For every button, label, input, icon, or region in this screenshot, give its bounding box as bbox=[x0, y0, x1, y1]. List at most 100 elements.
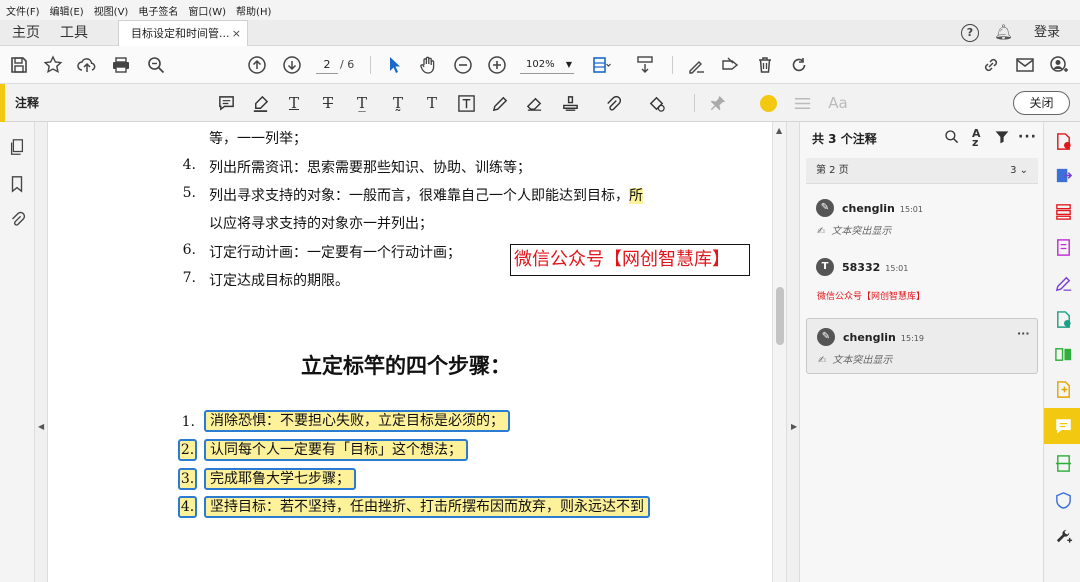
comment-icon[interactable] bbox=[216, 93, 236, 113]
attachment-icon[interactable] bbox=[7, 209, 27, 229]
comment-author[interactable]: 58332 15:01 bbox=[842, 261, 908, 274]
line-weight-icon[interactable] bbox=[792, 93, 812, 113]
tab-home[interactable]: 主页 bbox=[12, 20, 40, 46]
filter-icon[interactable] bbox=[994, 129, 1010, 149]
text-box-icon[interactable] bbox=[456, 93, 476, 113]
highlighted-step[interactable]: 坚持目标：若不坚持，任由挫折、打击所摆布因而放弃，则永远达不到 bbox=[204, 496, 650, 518]
page-up-icon[interactable] bbox=[246, 54, 268, 76]
share-user-icon[interactable] bbox=[1048, 54, 1070, 76]
menu-bar: 文件(F) 编辑(E) 视图(V) 电子签名 窗口(W) 帮助(H) bbox=[0, 0, 1080, 20]
edit-pdf-icon[interactable] bbox=[1053, 237, 1073, 257]
zoom-select[interactable]: 102% ▼ bbox=[520, 56, 574, 74]
comment-author[interactable]: chenglin 15:19 bbox=[843, 331, 924, 344]
avatar: ✎ bbox=[816, 199, 834, 217]
comment-author[interactable]: chenglin 15:01 bbox=[842, 202, 923, 215]
print-icon[interactable] bbox=[110, 54, 132, 76]
highlight-icon[interactable] bbox=[250, 93, 270, 113]
doc-line-number: 6. bbox=[182, 242, 196, 258]
right-tools-rail bbox=[1044, 122, 1080, 582]
select-cursor-icon[interactable] bbox=[383, 54, 405, 76]
edit-icon[interactable] bbox=[719, 54, 741, 76]
scrollbar-thumb[interactable] bbox=[776, 287, 784, 345]
help-icon[interactable]: ? bbox=[961, 24, 979, 42]
text-box-annotation[interactable]: 微信公众号【网创智慧库】 bbox=[510, 244, 750, 276]
more-tools-icon[interactable] bbox=[1053, 526, 1073, 546]
search-zoom-icon[interactable] bbox=[145, 54, 167, 76]
compare-files-icon[interactable] bbox=[1053, 344, 1073, 364]
shapes-icon[interactable] bbox=[646, 93, 666, 113]
sign-icon[interactable] bbox=[685, 54, 707, 76]
scan-ocr-icon[interactable] bbox=[1053, 453, 1073, 473]
highlighted-step-number[interactable]: 4. bbox=[178, 496, 197, 518]
eraser-icon[interactable] bbox=[524, 93, 544, 113]
highlighted-step-number[interactable]: 3. bbox=[178, 468, 197, 490]
hand-icon[interactable] bbox=[417, 54, 439, 76]
pencil-icon[interactable] bbox=[490, 93, 510, 113]
close-tab-icon[interactable]: × bbox=[232, 21, 241, 47]
fill-sign-icon[interactable] bbox=[1053, 273, 1073, 293]
save-icon[interactable] bbox=[8, 54, 30, 76]
comment-item-selected[interactable]: ✎ chenglin 15:19 ··· ✍ 文本突出显示 bbox=[806, 318, 1038, 374]
fit-page-icon[interactable] bbox=[590, 54, 612, 76]
mail-icon[interactable] bbox=[1014, 54, 1036, 76]
create-pdf-icon[interactable] bbox=[1053, 131, 1073, 151]
avatar: T bbox=[816, 258, 834, 276]
left-panel-collapse-handle[interactable]: ◀ bbox=[35, 122, 48, 582]
menu-window[interactable]: 窗口(W) bbox=[188, 3, 226, 18]
color-circle-icon[interactable] bbox=[758, 93, 778, 113]
bookmark-icon[interactable] bbox=[7, 174, 27, 194]
replace-text-icon[interactable]: T̲ bbox=[352, 93, 372, 113]
menu-view[interactable]: 视图(V) bbox=[94, 3, 129, 18]
text-style-icon[interactable]: Aa bbox=[828, 93, 848, 113]
export-pdf-icon[interactable] bbox=[1053, 165, 1073, 185]
menu-help[interactable]: 帮助(H) bbox=[236, 3, 271, 18]
menu-esign[interactable]: 电子签名 bbox=[138, 3, 178, 18]
scroll-mode-icon[interactable] bbox=[634, 54, 656, 76]
link-icon[interactable] bbox=[980, 54, 1002, 76]
highlighted-step[interactable]: 认同每个人一定要有「目标」这个想法； bbox=[204, 439, 468, 461]
highlighted-step-number[interactable]: 2. bbox=[178, 439, 197, 461]
menu-file[interactable]: 文件(F) bbox=[6, 3, 40, 18]
highlighted-text[interactable]: 所 bbox=[629, 188, 643, 204]
page-down-icon[interactable] bbox=[281, 54, 303, 76]
highlight-pen-icon: ✍ bbox=[817, 226, 826, 237]
protect-icon[interactable] bbox=[1053, 490, 1073, 510]
tab-tools[interactable]: 工具 bbox=[60, 20, 88, 46]
insert-text-icon[interactable]: T̰ bbox=[388, 93, 408, 113]
zoom-in-icon[interactable] bbox=[486, 54, 508, 76]
pages-thumbnail-icon[interactable] bbox=[7, 137, 27, 157]
strikethrough-icon[interactable]: T bbox=[318, 93, 338, 113]
delete-icon[interactable] bbox=[754, 54, 776, 76]
stamp-icon[interactable] bbox=[560, 93, 580, 113]
document-scrollbar[interactable]: ▲ bbox=[772, 122, 786, 582]
highlighted-step[interactable]: 完成耶鲁大学七步骤； bbox=[204, 468, 356, 490]
rotate-icon[interactable] bbox=[788, 54, 810, 76]
more-options-icon[interactable]: ··· bbox=[1018, 129, 1037, 145]
zoom-out-icon[interactable] bbox=[452, 54, 474, 76]
comment-more-icon[interactable]: ··· bbox=[1017, 327, 1030, 340]
main-toolbar: 2 / 6 102% ▼ bbox=[0, 46, 1080, 84]
combine-files-icon[interactable] bbox=[1053, 379, 1073, 399]
sort-icon[interactable]: Az bbox=[972, 128, 981, 148]
bell-icon[interactable]: 🔔︎ bbox=[994, 23, 1013, 41]
tab-document[interactable]: 目标设定和时间管... × bbox=[118, 20, 248, 47]
upload-icon[interactable] bbox=[76, 54, 98, 76]
scroll-up-icon[interactable]: ▲ bbox=[776, 126, 782, 135]
underline-icon[interactable]: T bbox=[284, 93, 304, 113]
right-panel-collapse-handle[interactable]: ▶ bbox=[786, 122, 800, 582]
login-button[interactable]: 登录 bbox=[1034, 20, 1060, 46]
highlighted-step[interactable]: 消除恐惧：不要担心失败，立定目标是必须的； bbox=[204, 410, 510, 432]
close-comment-button[interactable]: 关闭 bbox=[1013, 91, 1070, 115]
menu-edit[interactable]: 编辑(E) bbox=[50, 3, 84, 18]
organize-pages-icon[interactable] bbox=[1053, 201, 1073, 221]
add-text-icon[interactable]: T bbox=[422, 93, 442, 113]
bookmark-star-icon[interactable] bbox=[42, 54, 64, 76]
comment-tool-icon[interactable] bbox=[1053, 416, 1073, 436]
send-for-signature-icon[interactable] bbox=[1053, 309, 1073, 329]
comment-page-group[interactable]: 第 2 页 3 ⌄ bbox=[806, 158, 1038, 184]
page-number-input[interactable]: 2 bbox=[316, 56, 338, 74]
comment-description: ✍ 文本突出显示 bbox=[818, 355, 893, 366]
search-icon[interactable] bbox=[944, 129, 960, 149]
pin-icon[interactable] bbox=[707, 93, 727, 113]
attach-icon[interactable] bbox=[602, 93, 622, 113]
